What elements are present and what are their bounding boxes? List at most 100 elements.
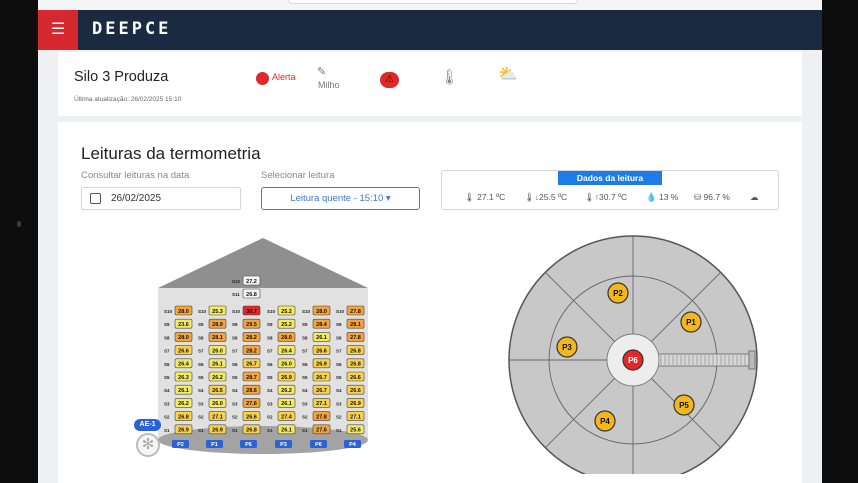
temp-value: 26.7 (316, 388, 327, 394)
temp-value: 28.9 (212, 322, 223, 328)
plan-point-label: P4 (600, 417, 610, 426)
temp-value: 26.1 (212, 362, 223, 368)
temp-value: 26.2 (212, 375, 223, 381)
thermometry-card: Leituras da termometria Consultar leitur… (58, 122, 802, 483)
sensor-label: S1 (302, 428, 308, 433)
sensor-label: S3 (232, 401, 238, 406)
temp-value: 23.6 (178, 322, 189, 328)
sensor-label: S9 (267, 322, 273, 327)
temp-value: 28.7 (246, 375, 257, 381)
sensor-label: S1 (267, 428, 273, 433)
sensor-label: S2 (232, 415, 238, 420)
silo-title: Silo 3 Produza (74, 69, 169, 85)
sensor-label: S12 (232, 279, 241, 284)
sensor-label: S5 (302, 375, 308, 380)
silo-summary-card: Silo 3 Produza Última atualização: 26/02… (58, 52, 802, 116)
temp-value: 26.4 (281, 348, 293, 354)
temp-value: 26.6 (316, 348, 327, 354)
temp-value: 26.3 (178, 375, 189, 381)
temp-value: 26.8 (246, 428, 257, 434)
reading-data-header: Dados da leitura (558, 171, 662, 185)
date-label: Consultar leituras na data (81, 170, 190, 181)
sensor-label: S7 (164, 349, 170, 354)
temp-value: 26.1 (281, 428, 292, 434)
sensor-label: S3 (336, 401, 342, 406)
sensor-label: S4 (302, 388, 308, 393)
sensor-label: S8 (302, 335, 308, 340)
temp-value: 26.0 (212, 348, 223, 354)
temp-value: 27.8 (350, 335, 361, 341)
temp-value: 26.9 (178, 428, 189, 434)
address-bar[interactable] (288, 0, 578, 4)
temp-value: 25.3 (212, 309, 223, 315)
sensor-label: S6 (336, 362, 342, 367)
warning-triangle-icon[interactable]: ⚠ (380, 72, 399, 88)
temp-value: 27.6 (246, 401, 257, 407)
sensor-label: S3 (164, 401, 170, 406)
volume-value: ⛁ 96.7 % (694, 192, 730, 203)
browser-strip (38, 0, 822, 10)
temp-value: 26.6 (350, 388, 361, 394)
temp-value: 27.1 (212, 414, 223, 420)
temp-value: 25.6 (350, 428, 361, 434)
thermometer-down-icon: 🌡↓ (524, 192, 540, 202)
sensor-label: S9 (302, 322, 308, 327)
temp-value: 26.2 (281, 388, 292, 394)
temp-value: 26.4 (178, 362, 190, 368)
sensor-label: S5 (336, 375, 342, 380)
top-navbar: ☰ DEEPCE (38, 10, 822, 50)
sensor-label: S8 (164, 335, 170, 340)
temp-value: 26.1 (316, 335, 327, 341)
reading-select-dropdown[interactable]: Leitura quente - 15:10 ▾ (261, 187, 420, 210)
temp-value: 27.6 (316, 428, 327, 434)
sensor-label: S1 (336, 428, 342, 433)
weather-icon[interactable]: ⛅ (498, 64, 518, 84)
sensor-label: S7 (336, 349, 342, 354)
plan-conveyor (652, 353, 754, 367)
temp-value: 29.5 (246, 322, 257, 328)
sensor-label: S2 (198, 415, 204, 420)
temp-value: 27.2 (246, 279, 257, 285)
brand-logo[interactable]: DEEPCE (92, 19, 171, 39)
temp-value: 28.2 (246, 335, 257, 341)
sensor-label: S1 (232, 428, 238, 433)
thermometer-icon[interactable]: 🌡 (440, 68, 459, 86)
sensor-label: S9 (232, 322, 238, 327)
calendar-icon (90, 193, 101, 204)
temp-value: 28.0 (281, 335, 292, 341)
sensor-label: S9 (198, 322, 204, 327)
device-bezel (0, 0, 38, 483)
temp-value: 26.6 (178, 348, 189, 354)
alert-dot-icon (256, 72, 269, 85)
sensor-label: S10 (164, 309, 173, 314)
temp-value: 26.1 (281, 401, 292, 407)
sensor-label: S7 (302, 349, 308, 354)
sensor-label: S7 (232, 349, 238, 354)
silo-roof (158, 238, 368, 288)
cable-label: P6 (315, 442, 322, 448)
silo-plan-view: P2 P1 P3 P6 P4 P5 (508, 235, 758, 474)
humidity-text: 13 % (658, 192, 679, 202)
temp-value: 26.1 (178, 388, 189, 394)
temp-value: 25.2 (281, 322, 292, 328)
hamburger-icon: ☰ (50, 21, 66, 38)
sensor-label: S2 (164, 415, 170, 420)
temp-value: 26.5 (212, 388, 223, 394)
sensor-label: S2 (267, 415, 273, 420)
date-input[interactable]: 26/02/2025 (81, 187, 241, 210)
humidity-value: 💧 13 % (646, 192, 678, 203)
grain-label: Milho (318, 80, 340, 90)
droplet-icon: 💧 (646, 192, 657, 202)
fan-icon[interactable]: ✻ (136, 433, 160, 457)
avg-temp-value: 🌡 27.1 ºC (464, 192, 505, 203)
temp-value: 26.9 (350, 401, 361, 407)
sensor-label: S4 (164, 388, 170, 393)
menu-button[interactable]: ☰ (38, 10, 78, 50)
temp-value: 26.0 (212, 401, 223, 407)
plan-point-label: P1 (686, 318, 696, 327)
sensor-label: S4 (267, 388, 273, 393)
temp-value: 26.9 (212, 428, 223, 434)
sensor-label: S4 (336, 388, 342, 393)
sensor-label: S10 (232, 309, 241, 314)
temp-value: 28.0 (178, 309, 189, 315)
